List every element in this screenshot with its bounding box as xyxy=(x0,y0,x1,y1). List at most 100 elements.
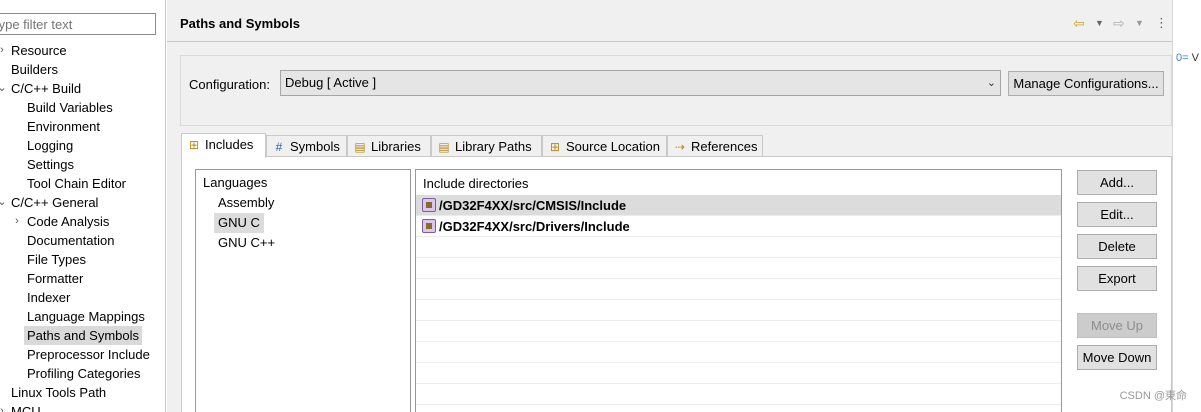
tree-item[interactable]: File Types xyxy=(0,250,165,269)
tree-item[interactable]: ⌄ C/C++ General xyxy=(0,193,165,212)
includes-tab-content: Languages Assembly GNU C GNU C++ Include d… xyxy=(181,156,1172,412)
tab-library-paths[interactable]: ▤ Library Paths xyxy=(431,135,542,157)
tab-label: Library Paths xyxy=(455,139,532,154)
tree-item[interactable]: Logging xyxy=(0,136,165,155)
editor-fragment: 0= V xyxy=(1176,52,1199,64)
tab-references[interactable]: ⇢ References xyxy=(667,135,763,157)
filter-input[interactable] xyxy=(0,13,156,35)
delete-button[interactable]: Delete xyxy=(1077,234,1157,259)
tab-source-location[interactable]: ⊞ Source Location xyxy=(542,135,667,157)
chevron-down-icon[interactable]: ⌄ xyxy=(0,79,7,98)
back-arrow-icon[interactable]: ⇦ xyxy=(1073,14,1085,32)
chevron-down-icon: ⌄ xyxy=(986,77,996,89)
configuration-select[interactable]: Debug [ Active ] ⌄ xyxy=(280,70,1001,96)
tree-item-label: Documentation xyxy=(27,233,115,248)
tree-item[interactable]: ⌄ C/C++ Build xyxy=(0,79,165,98)
library-path-icon: ▤ xyxy=(438,140,450,154)
tab-label: Symbols xyxy=(290,139,340,154)
tree-item[interactable]: Indexer xyxy=(0,288,165,307)
include-directories-header: Include directories xyxy=(423,176,529,191)
empty-row xyxy=(416,279,1061,300)
property-tree-panel: › Resource Builders ⌄ C/C++ Build Build Varia… xyxy=(0,0,166,412)
tree-item-label: Build Variables xyxy=(27,100,113,115)
tab-label: References xyxy=(691,139,758,154)
tree-item-label: MCU xyxy=(11,404,41,412)
manage-configurations-button[interactable]: Manage Configurations... xyxy=(1008,71,1164,96)
tree-item[interactable]: Profiling Categories xyxy=(0,364,165,383)
tree-item[interactable]: Settings xyxy=(0,155,165,174)
include-row[interactable]: /GD32F4XX/src/Drivers/Include xyxy=(416,216,1061,237)
back-menu-chevron-icon[interactable]: ▼ xyxy=(1095,14,1104,32)
tab-includes[interactable]: ⊞ Includes xyxy=(181,133,266,158)
export-button[interactable]: Export xyxy=(1077,266,1157,291)
forward-menu-chevron-icon[interactable]: ▼ xyxy=(1135,14,1144,32)
properties-page: Paths and Symbols ⇦ ▼ ⇨ ▼ ⋮ Configuratio… xyxy=(167,0,1172,412)
language-item[interactable]: Assembly xyxy=(214,193,278,213)
empty-row xyxy=(416,321,1061,342)
tab-label: Source Location xyxy=(566,139,660,154)
tree-item[interactable]: Language Mappings xyxy=(0,307,165,326)
tree-item[interactable]: Build Variables xyxy=(0,98,165,117)
tree-item-label: Environment xyxy=(27,119,100,134)
tree-item[interactable]: Formatter xyxy=(0,269,165,288)
chevron-right-icon[interactable]: › xyxy=(12,212,22,231)
languages-header: Languages xyxy=(203,175,268,190)
tree-item-label: Language Mappings xyxy=(27,309,145,324)
page-title: Paths and Symbols xyxy=(180,16,300,31)
include-path: /GD32F4XX/src/CMSIS/Include xyxy=(439,198,627,213)
empty-row xyxy=(416,237,1061,258)
tree-item[interactable]: › Resource xyxy=(0,41,165,60)
chevron-down-icon[interactable]: ⌄ xyxy=(0,193,7,212)
configuration-value: Debug [ Active ] xyxy=(285,75,377,90)
tree-item-label: File Types xyxy=(27,252,87,267)
tab-label: Includes xyxy=(205,137,254,152)
view-menu-icon[interactable]: ⋮ xyxy=(1155,14,1168,32)
hash-icon: # xyxy=(275,140,283,154)
folder-icon: ⊞ xyxy=(549,140,561,154)
empty-row xyxy=(416,363,1061,384)
tree-item[interactable]: › MCU xyxy=(0,402,165,412)
tree-item[interactable]: Builders xyxy=(0,60,165,79)
include-row[interactable]: /GD32F4XX/src/CMSIS/Include xyxy=(416,195,1061,216)
languages-list: Languages Assembly GNU C GNU C++ xyxy=(195,169,411,412)
empty-row xyxy=(416,300,1061,321)
empty-row xyxy=(416,405,1061,412)
forward-arrow-icon[interactable]: ⇨ xyxy=(1113,14,1125,32)
tree-item-label: Resource xyxy=(11,43,67,58)
tree-item-label: Indexer xyxy=(27,290,71,305)
tree-item[interactable]: Preprocessor Include xyxy=(0,345,165,364)
empty-row xyxy=(416,342,1061,363)
configuration-label: Configuration: xyxy=(189,77,270,92)
tree-item-label: Paths and Symbols xyxy=(24,326,143,345)
empty-row xyxy=(416,384,1061,405)
tab-libraries[interactable]: ▤ Libraries xyxy=(347,135,431,157)
move-down-button[interactable]: Move Down xyxy=(1077,345,1157,370)
library-icon: ▤ xyxy=(354,140,366,154)
tree-item[interactable]: Tool Chain Editor xyxy=(0,174,165,193)
configuration-group: Configuration: Debug [ Active ] ⌄ Manage… xyxy=(180,55,1172,126)
empty-row xyxy=(416,258,1061,279)
tree-item[interactable]: Paths and Symbols xyxy=(0,326,165,345)
tab-label: Libraries xyxy=(371,139,421,154)
tree-item-label: Preprocessor Include xyxy=(27,347,150,362)
tree-item[interactable]: Linux Tools Path xyxy=(0,383,165,402)
includes-icon: ⊞ xyxy=(188,138,200,152)
editor-sliver: 0= V xyxy=(1172,0,1201,412)
include-folder-icon xyxy=(422,198,436,212)
move-up-button[interactable]: Move Up xyxy=(1077,313,1157,338)
tree-item-label: Tool Chain Editor xyxy=(27,176,126,191)
include-folder-icon xyxy=(422,219,436,233)
language-item[interactable]: GNU C xyxy=(214,213,264,233)
chevron-right-icon[interactable]: › xyxy=(0,41,7,60)
add-button[interactable]: Add... xyxy=(1077,170,1157,195)
chevron-right-icon[interactable]: › xyxy=(0,402,7,412)
tree-item[interactable]: › Code Analysis xyxy=(0,212,165,231)
tab-symbols[interactable]: # Symbols xyxy=(266,135,347,157)
tree-item[interactable]: Environment xyxy=(0,117,165,136)
tree-item-label: Settings xyxy=(27,157,74,172)
edit-button[interactable]: Edit... xyxy=(1077,202,1157,227)
tree-item-label: Code Analysis xyxy=(27,214,110,229)
language-item[interactable]: GNU C++ xyxy=(214,233,279,253)
watermark: CSDN @東命 xyxy=(1119,390,1187,402)
tree-item[interactable]: Documentation xyxy=(0,231,165,250)
